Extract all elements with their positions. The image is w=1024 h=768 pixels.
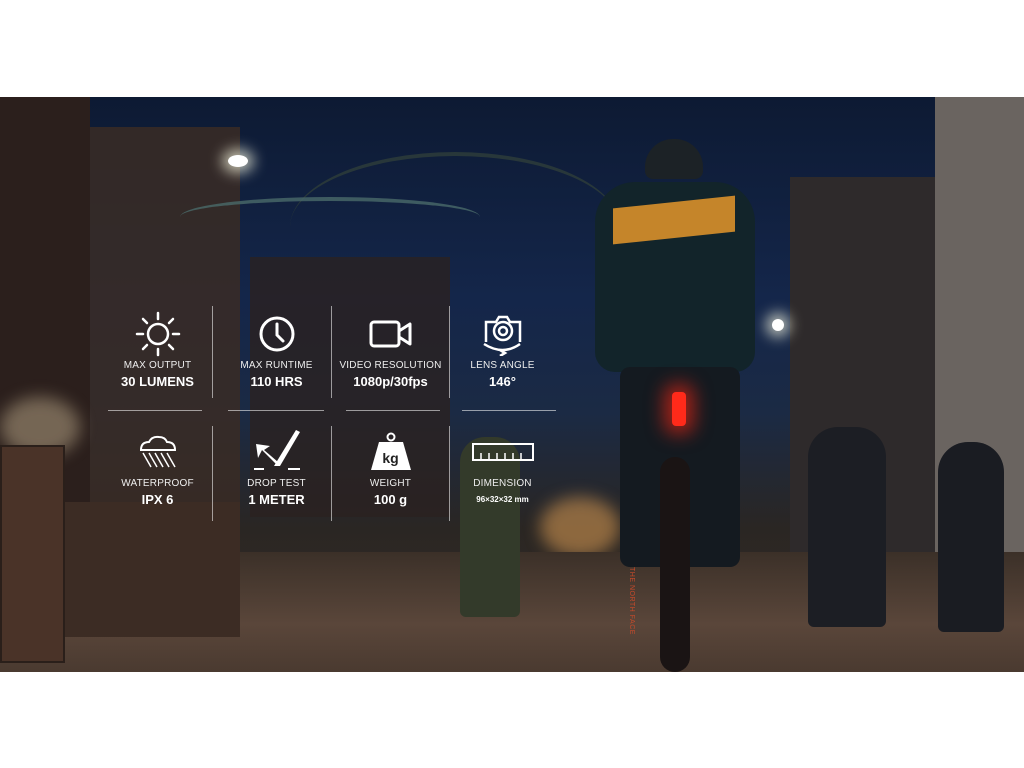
spec-value: 146°	[489, 374, 516, 389]
spec-value: IPX 6	[141, 492, 174, 507]
planter-box	[65, 502, 240, 637]
spec-value: 110 HRS	[250, 374, 303, 389]
spec-value: 30 LUMENS	[121, 374, 194, 389]
street-lamp	[228, 155, 248, 167]
jersey-text: THE NORTH FACE	[628, 567, 635, 635]
spec-label: LENS ANGLE	[470, 360, 535, 371]
spec-grid: MAX OUTPUT 30 LUMENS MAX RUNTIME 110 HRS…	[104, 306, 556, 521]
video-camera-icon	[334, 312, 447, 356]
spec-value: 1 METER	[248, 492, 305, 507]
spec-label: DIMENSION	[473, 478, 532, 489]
clock-icon	[220, 312, 333, 356]
weight-icon: kg	[334, 430, 447, 474]
spec-lens-angle: LENS ANGLE 146°	[446, 312, 559, 389]
spec-max-output: MAX OUTPUT 30 LUMENS	[101, 311, 214, 389]
drop-arrow-icon	[220, 430, 333, 474]
spec-value: 96×32×32 mm	[476, 495, 529, 504]
spec-label: WATERPROOF	[121, 478, 194, 489]
spec-weight: kg WEIGHT 100 g	[334, 430, 447, 507]
spec-label: MAX RUNTIME	[240, 360, 313, 371]
weight-icon-text: kg	[382, 450, 399, 466]
ruler-icon	[446, 430, 559, 474]
spec-label: VIDEO RESOLUTION	[339, 360, 442, 371]
spec-dimension: DIMENSION 96×32×32 mm	[446, 430, 559, 504]
spec-max-runtime: MAX RUNTIME 110 HRS	[220, 312, 333, 389]
garland	[180, 197, 480, 237]
spec-video-resolution: VIDEO RESOLUTION 1080p/30fps	[334, 312, 447, 389]
spec-label: WEIGHT	[369, 478, 412, 489]
camera-rotate-icon	[446, 312, 559, 356]
pedestrian	[938, 442, 1004, 632]
rain-cloud-icon	[101, 430, 214, 474]
spec-waterproof: WATERPROOF IPX 6	[101, 430, 214, 507]
spec-label: DROP TEST	[247, 478, 306, 489]
spec-value: 100 g	[373, 492, 408, 507]
spec-drop-test: DROP TEST 1 METER	[220, 430, 333, 507]
sun-icon	[101, 311, 214, 357]
spec-value: 1080p/30fps	[353, 374, 428, 389]
tail-light	[672, 392, 686, 426]
pedestrian	[808, 427, 886, 627]
trash-bin	[0, 445, 65, 663]
spec-label: MAX OUTPUT	[123, 360, 192, 371]
street-lamp	[772, 319, 784, 331]
